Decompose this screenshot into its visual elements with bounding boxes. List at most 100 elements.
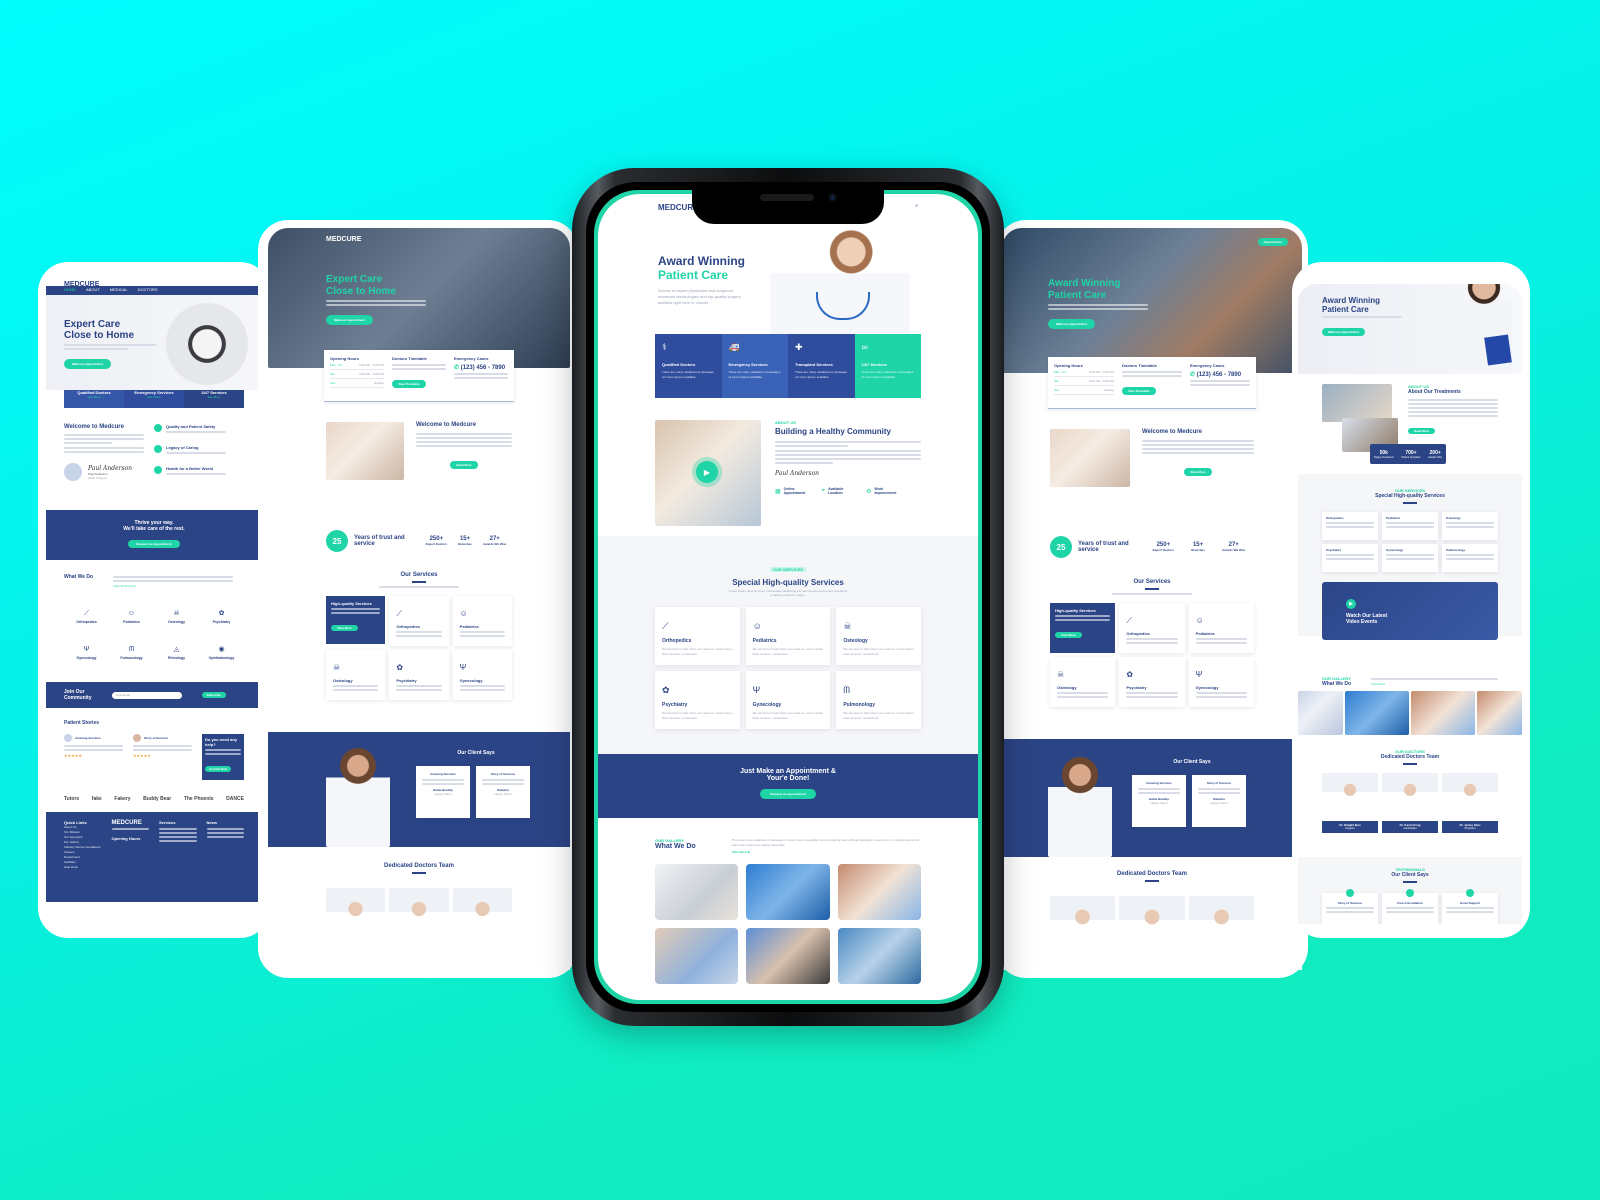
view-all-services-link[interactable]: View All Services [113,584,233,588]
service-card[interactable]: Ψ Gynecology We are here to help when you … [745,671,831,729]
view-more-button[interactable]: View More [331,625,358,631]
view-timetable-button[interactable]: View Timetable [1122,387,1156,395]
gallery-image[interactable] [655,928,739,984]
gallery-image[interactable] [655,864,739,920]
what-we-do: OUR GALLERY What We Do View More [1298,636,1522,687]
service-card[interactable]: Ψ Gynecology [452,650,512,700]
request-appointment-button[interactable]: Request an Appointment [760,789,816,799]
service-card[interactable]: Pulmonology [1442,544,1498,572]
about-section: 50k Happy Customers 700+ Patient Complete 20… [1298,374,1522,474]
phone-notch [692,182,884,224]
stats-section: 25 Years of trust and service 250+ Expert… [268,502,570,562]
team-section: OUR DOCTORS Dedicated Doctors Team Dr. D… [1298,735,1522,857]
team-member-card[interactable]: Dr. Kevin Krug Cardiologist [1382,773,1438,833]
doctor-photo [326,888,386,948]
welcome-section: Welcome to Medcure Read More [268,402,570,502]
contact-now-button[interactable]: Contact Now [205,766,232,772]
service-item[interactable]: ◉ Ophthalmology [199,638,244,660]
doctor-image [326,748,390,847]
testimonials-section: TESTIMONIALS Our Client Says Story of Su… [1298,857,1522,924]
nav-doctors[interactable]: DOCTORS [138,287,158,294]
service-item[interactable]: ☺ Pediatrics [109,602,154,624]
services-section: Our Services High-quality Services View M… [1002,569,1302,739]
view-more-button[interactable]: View More [1055,632,1082,638]
page-second: MEDCURE Expert Care Close to Home Make a… [268,228,570,970]
view-more-link[interactable]: View More [732,850,747,854]
play-icon[interactable]: ▶ [1346,599,1356,609]
service-item[interactable]: ✿ Psychiatry [199,602,244,624]
service-item[interactable]: ◬ Rhinology [154,638,199,660]
partner-logo: fake [91,796,102,802]
service-card[interactable]: ⟋ Orthopedics [389,596,449,646]
rating-stars: ★★★★★ [64,753,82,758]
view-timetable-button[interactable]: View Timetable [392,380,426,388]
subscribe-button[interactable]: Subscribe [201,692,227,698]
email-input[interactable]: Your Email [111,691,182,699]
service-card[interactable]: Gynecology [1382,544,1438,572]
make-appointment-button[interactable]: Make an Appointment [326,315,374,325]
make-appointment-button[interactable]: Make an Appointment [64,359,112,369]
eye-icon: ◉ [218,646,225,653]
service-card[interactable]: ☺ Pediatrics [1188,603,1254,653]
feature-card[interactable]: ∞ 24/7 Services There are many variations … [854,334,921,398]
read-more-button[interactable]: Read More [1184,468,1212,476]
testimonial-card: Free Consultation [1382,889,1438,924]
patient-stories: Patient Stories Amazing Services ★★★★★ St… [46,708,262,786]
service-card[interactable]: ⟋ Orthopedics We are here to help when you… [655,607,740,665]
request-appointment-button[interactable]: Request an Appointment [128,540,180,548]
bone-icon: ⟋ [84,610,89,617]
service-card[interactable]: Ψ Gynecology [1188,657,1254,707]
team-member-card[interactable]: Dr. Jenny Glen Physician [1442,773,1498,833]
child-icon: ☺ [127,610,136,617]
feature-card[interactable]: 🚑 Emergency Services There are many variat… [721,334,788,398]
service-card[interactable]: Osteology [1442,512,1498,540]
service-card[interactable]: Psychiatry [1322,544,1378,572]
phone-icon: ✆ [1190,372,1196,378]
stat-item: 700+ Patient Complete [1401,449,1421,459]
feature-card[interactable]: ✚ Transplant Services There are many varia… [788,334,855,398]
testimonial-card: Amazing Services Hattie Bradley Happy Clie… [1132,775,1186,827]
stat-item: 50k Happy Customers [1373,449,1394,459]
gallery-strip [1298,691,1522,735]
gallery-image[interactable] [746,864,830,920]
service-item[interactable]: ☠ Osteology [154,602,199,624]
nav-medical[interactable]: MEDICAL [110,287,128,294]
service-item[interactable]: Ψ Gynecology [64,638,109,660]
read-more-button[interactable]: Read More [450,461,478,469]
make-appointment-button[interactable]: Make an Appointment [1048,319,1096,329]
service-card[interactable]: ☠ Osteology [1050,657,1116,707]
feature-card[interactable]: ⚕ Qualified Doctors There are many variati… [655,334,722,398]
service-card[interactable]: ᗰ Pulmonology We are here to help when you… [836,671,921,729]
nav-home[interactable]: HOME [64,287,76,294]
service-card[interactable]: ⟋ Orthopedics [1119,603,1185,653]
hero-text: Access to expert physicians and surgeons… [658,288,741,305]
service-card[interactable]: ☠ Osteology We are here to help when you n… [836,607,921,665]
service-card[interactable]: Pediatrics [1382,512,1438,540]
service-card[interactable]: ☺ Pediatrics [452,596,512,646]
hours-row: Sat 9:00 AM - 5:00 PM [1054,377,1114,386]
service-card[interactable]: ✿ Psychiatry [1119,657,1185,707]
nav-about[interactable]: ABOUT [86,287,100,294]
stats-box: 50k Happy Customers 700+ Patient Complete 20… [1370,444,1446,464]
service-item[interactable]: ⟋ Orthopedics [64,602,109,624]
service-card[interactable]: ☺ Pediatrics We are here to help when you … [745,607,831,665]
service-card[interactable]: ☠ Osteology [326,650,386,700]
gallery-image[interactable] [746,928,830,984]
make-appointment-button[interactable]: Make an Appointment [1322,328,1366,336]
appointment-button[interactable]: Appointment [1257,238,1288,246]
clipboard [1484,334,1512,366]
read-more-button[interactable]: Read More [1408,428,1436,434]
service-item[interactable]: ᗰ Pulmonology [109,638,154,660]
play-button[interactable]: ▶ [696,461,718,483]
about-image-1 [1322,384,1392,422]
team-member-card[interactable]: Dr. Dwight Ben Surgeon [1322,773,1378,833]
search-icon[interactable]: ⌕ [915,203,918,225]
service-card[interactable]: Orthopedics [1322,512,1378,540]
gallery-image[interactable] [837,864,921,920]
about-video-image: ▶ [655,420,761,526]
service-card[interactable]: ✿ Psychiatry [389,650,449,700]
gallery-image[interactable] [837,928,921,984]
footer-link[interactable]: Help Desk [64,865,102,870]
view-more-link[interactable]: View More [1371,682,1498,686]
service-card[interactable]: ✿ Psychiatry We are here to help when you … [655,671,740,729]
